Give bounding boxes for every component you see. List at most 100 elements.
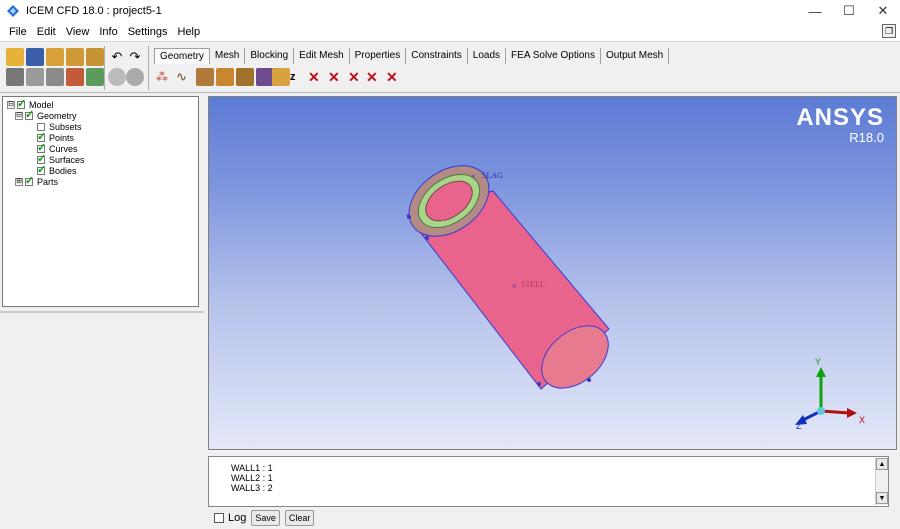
create-faces-icon[interactable]	[236, 68, 254, 86]
model-tree: ⊟ Model ⊟ Geometry Subsets Points Curves…	[2, 96, 199, 307]
tree-node-label: Bodies	[49, 165, 77, 176]
slag-marker-icon: ×	[471, 172, 476, 181]
clear-button[interactable]: Clear	[284, 510, 315, 526]
x-axis-label: X	[859, 415, 865, 425]
toolbar-separator	[104, 46, 105, 90]
steel-marker-icon: ×	[512, 282, 517, 291]
menu-edit[interactable]: Edit	[32, 22, 61, 42]
scroll-down-icon[interactable]: ▼	[876, 492, 888, 504]
tab-output-mesh[interactable]: Output Mesh	[601, 48, 670, 64]
view-orient-icon[interactable]	[126, 68, 144, 86]
tab-geometry[interactable]: Geometry	[154, 48, 210, 64]
save-button[interactable]: Save	[251, 510, 280, 526]
icem-app-icon	[7, 5, 19, 17]
vertex-point[interactable]	[537, 382, 541, 386]
delete-surface-icon[interactable]: ✕	[348, 68, 366, 86]
delete-curve-icon[interactable]: ✕	[328, 68, 346, 86]
delete-body-icon[interactable]: ✕	[366, 68, 384, 86]
tree-node-label: Geometry	[37, 110, 77, 121]
open-geometry-icon[interactable]	[46, 48, 64, 66]
toolbar-separator	[148, 46, 149, 90]
display-icon[interactable]	[86, 68, 104, 86]
console-line: WALL2 : 1	[231, 473, 273, 483]
steel-label: STEEL	[521, 280, 545, 289]
menu-view[interactable]: View	[61, 22, 95, 42]
create-surface-icon[interactable]	[196, 68, 214, 86]
data-entry-panel	[0, 311, 204, 451]
open-mesh-icon[interactable]	[86, 48, 104, 66]
restore-dormant-icon[interactable]: z	[290, 68, 308, 86]
vertex-point[interactable]	[425, 236, 429, 240]
undo-icon[interactable]: ↶	[108, 48, 126, 66]
title-bar: ICEM CFD 18.0 : project5-1 — ☐ ✕	[0, 0, 900, 22]
tab-edit-mesh[interactable]: Edit Mesh	[294, 48, 350, 64]
maximize-button[interactable]: ☐	[832, 0, 866, 22]
tab-properties[interactable]: Properties	[350, 48, 407, 64]
checkbox-icon[interactable]	[37, 163, 46, 176]
create-point-icon[interactable]: ⁂	[156, 68, 174, 86]
measure-icon[interactable]	[46, 68, 64, 86]
view-rotate-icon[interactable]	[108, 68, 126, 86]
create-curve-icon[interactable]: ∿	[176, 68, 194, 86]
menu-help[interactable]: Help	[172, 22, 205, 42]
delete-point-icon[interactable]: ✕	[308, 68, 326, 86]
open-blocking-icon[interactable]	[66, 48, 84, 66]
x-axis-arrow-icon	[820, 409, 850, 415]
transform-geometry-icon[interactable]	[272, 68, 290, 86]
model-canvas[interactable]: × SLAG × STEEL Y X Z	[209, 97, 897, 450]
save-project-icon[interactable]	[26, 48, 44, 66]
menu-bar: File Edit View Info Settings Help	[0, 22, 900, 42]
menu-file[interactable]: File	[4, 22, 32, 42]
y-axis-label: Y	[815, 357, 821, 367]
redo-icon[interactable]: ↷	[126, 48, 144, 66]
tree-node-bodies[interactable]: Bodies	[37, 163, 77, 176]
collapse-icon[interactable]: ⊟	[15, 111, 23, 120]
tab-loads[interactable]: Loads	[468, 48, 507, 64]
slag-label: SLAG	[482, 171, 503, 180]
resize-handle[interactable]	[878, 508, 888, 528]
zoom-box-icon[interactable]	[26, 68, 44, 86]
checkbox-icon[interactable]	[25, 108, 34, 121]
mdi-restore-icon[interactable]: ❐	[882, 24, 896, 38]
window-title: ICEM CFD 18.0 : project5-1	[26, 5, 162, 17]
tab-fea-solve-options[interactable]: FEA Solve Options	[506, 48, 601, 64]
create-body-icon[interactable]	[216, 68, 234, 86]
axis-triad: Y X Z	[795, 357, 865, 431]
graphics-viewport[interactable]: ANSYS R18.0 × SLAG × STEEL Y X Z	[208, 96, 897, 450]
checkbox-icon[interactable]	[25, 174, 34, 187]
collapse-icon[interactable]: ⊟	[7, 100, 15, 109]
vertex-point[interactable]	[407, 215, 411, 219]
z-axis-label: Z	[796, 421, 802, 431]
y-axis-arrowhead-icon	[816, 367, 826, 377]
tab-mesh[interactable]: Mesh	[210, 48, 246, 64]
tree-node-parts[interactable]: ⊞ Parts	[15, 174, 59, 187]
x-axis-arrowhead-icon	[847, 408, 857, 418]
open-project-icon[interactable]	[6, 48, 24, 66]
tab-constraints[interactable]: Constraints	[406, 48, 468, 64]
log-label: Log	[228, 512, 247, 524]
delete-any-entity-icon[interactable]: ✕	[386, 68, 404, 86]
message-console[interactable]: WALL1 : 1 WALL2 : 1 WALL3 : 2	[208, 456, 889, 507]
function-tabs: Geometry Mesh Blocking Edit Mesh Propert…	[154, 48, 670, 64]
checkbox-icon[interactable]	[17, 97, 26, 110]
tree-node-label: Parts	[37, 176, 59, 187]
menu-settings[interactable]: Settings	[123, 22, 173, 42]
minimize-button[interactable]: —	[798, 0, 832, 22]
close-button[interactable]: ✕	[866, 0, 900, 22]
scroll-up-icon[interactable]: ▲	[876, 458, 888, 470]
menu-info[interactable]: Info	[94, 22, 122, 42]
repair-icon[interactable]	[66, 68, 84, 86]
expand-icon[interactable]: ⊞	[15, 177, 23, 186]
tree-node-geometry[interactable]: ⊟ Geometry	[15, 108, 77, 121]
console-scrollbar[interactable]: ▲ ▼	[875, 458, 888, 505]
fit-window-icon[interactable]	[6, 68, 24, 86]
vertex-point[interactable]	[587, 378, 591, 382]
console-actions: Log Save Clear	[208, 508, 889, 528]
tree-node-label: Points	[49, 132, 75, 143]
console-line: WALL3 : 2	[231, 483, 273, 493]
log-checkbox[interactable]	[214, 513, 224, 523]
console-line: WALL1 : 1	[231, 463, 273, 473]
toolbar-area: ↶ ↷ Geometry Mesh Blocking Edit Mesh Pro…	[0, 43, 900, 93]
axis-origin-icon	[817, 407, 825, 415]
tab-blocking[interactable]: Blocking	[245, 48, 295, 64]
